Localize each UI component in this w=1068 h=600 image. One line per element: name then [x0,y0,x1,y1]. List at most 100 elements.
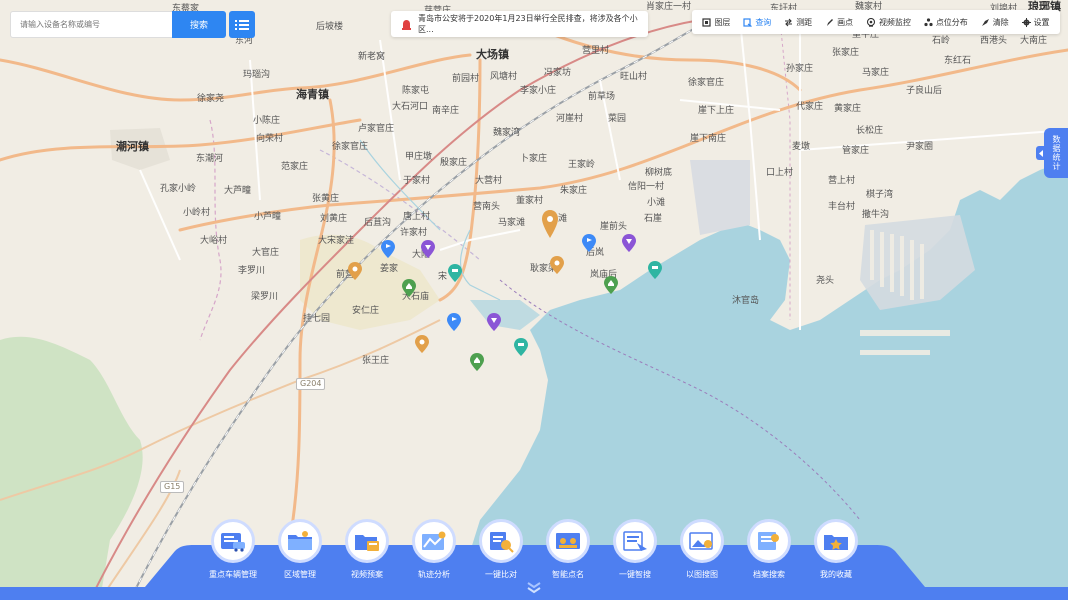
blue-flag-marker[interactable] [447,313,461,331]
toolbar-label: 测距 [796,17,813,27]
teal-chat-marker[interactable] [514,338,528,356]
purple-shield-marker[interactable] [622,234,636,252]
blue-flag-marker[interactable] [582,234,596,252]
purple-shield-marker[interactable] [421,240,435,258]
data-stats-tab[interactable]: 数据统计 [1036,128,1068,178]
place-label: 董家村 [516,196,544,206]
data-stats-label: 数据统计 [1052,135,1061,171]
place-label: 唐上村 [403,212,431,222]
place-label: 营上村 [828,176,856,186]
place-label: 甲庄墩 [405,152,433,162]
place-label: 管家庄 [842,146,870,156]
place-label: 张王庄 [362,356,390,366]
distribution-icon [924,17,933,26]
toolbar-label: 图层 [714,17,731,27]
place-label: 朱家庄 [560,186,588,196]
alarm-icon [401,19,412,30]
dock-item-smart-search[interactable]: 一键智搜 [602,519,668,580]
toolbar-draw-point[interactable]: 画点 [825,17,853,28]
dock-item-archive-search[interactable]: 档案搜索 [736,519,802,580]
dock-item-rollcall[interactable]: 智能点名 [535,519,601,580]
place-label: 东红石 [944,56,972,66]
dock-item-compare[interactable]: 一键比对 [468,519,534,580]
place-label: 大芦疃 [224,186,252,196]
dock-item-area[interactable]: 区域管理 [267,519,333,580]
dock-item-favorite[interactable]: 我的收藏 [803,519,869,580]
toolbar-layers[interactable]: 图层 [702,17,730,28]
place-label: 长松庄 [856,126,884,136]
toolbar-label: 清除 [992,17,1009,27]
dock-items: 重点车辆管理 区域管理 视频预案 轨迹分析 一键比对 智能点名 一键智搜 以图搜… [200,519,870,589]
chevron-down-icon[interactable] [527,582,541,594]
place-label: 东潮河 [196,154,224,164]
archive-search-icon [758,532,779,550]
vehicle-icon [221,533,245,552]
toolbar-label: 查询 [755,17,772,27]
place-label: 崖下南庄 [690,134,727,144]
place-label: 范家庄 [281,162,309,172]
green-home-marker[interactable] [470,353,484,371]
dock-item-video-plan[interactable]: 视频预案 [334,519,400,580]
blue-flag-marker[interactable] [381,240,395,258]
toolbar-distribution[interactable]: 点位分布 [924,17,968,28]
place-label: 旺山村 [620,72,648,82]
eraser-icon [981,18,989,26]
green-home-marker[interactable] [402,279,416,297]
place-label: 崖下上庄 [698,106,735,116]
orange-signal-marker-large[interactable] [542,210,558,238]
dock-item-image-search[interactable]: 以图搜图 [669,519,735,580]
toolbar-video[interactable]: 视频监控 [866,17,911,28]
search-input[interactable] [11,12,172,37]
orange-signal-marker[interactable] [550,256,564,274]
place-label: 大宋家洼 [318,236,355,246]
place-label: 撒牛沟 [862,210,890,220]
place-label: 后坡楼 [316,22,344,32]
search-button[interactable]: 搜索 [172,11,226,38]
place-label: 卜家庄 [520,154,548,164]
favorite-icon [824,535,848,550]
place-label: 石岭 [932,36,951,46]
place-label: 宋 [438,272,448,282]
place-label: 黄家庄 [834,104,862,114]
dock-label: 一键智搜 [619,570,651,579]
orange-signal-marker[interactable] [415,335,429,353]
place-label: 石崖 [644,214,663,224]
place-label: 尧头 [816,276,835,286]
place-label: 许家村 [400,228,428,238]
smart-search-icon [623,531,647,551]
toolbar-settings[interactable]: 设置 [1021,17,1050,28]
orange-signal-marker[interactable] [348,262,362,280]
place-label: 肖家庄一村 [646,2,692,12]
toolbar-label: 点位分布 [935,17,968,27]
place-label: 大营村 [475,176,503,186]
draw-point-icon [827,18,834,26]
place-label: 西港头 [980,36,1008,46]
place-label: 大官庄 [252,248,280,258]
purple-shield-marker[interactable] [487,313,501,331]
dock-item-vehicle[interactable]: 重点车辆管理 [200,519,266,580]
toolbar-label: 画点 [837,17,854,27]
place-label: 徐家尧 [197,94,225,104]
place-label: 尹家圈 [906,142,934,152]
place-label: 安仁庄 [352,306,380,316]
place-label: 张黄庄 [312,194,340,204]
bottom-dock: 重点车辆管理 区域管理 视频预案 轨迹分析 一键比对 智能点名 一键智搜 以图搜… [0,515,1068,600]
green-home-marker[interactable] [604,276,618,294]
toolbar-query[interactable]: 查询 [743,17,771,28]
place-label: 滩 [558,214,568,224]
place-label: 玛瑙沟 [243,70,271,80]
teal-chat-marker[interactable] [648,261,662,279]
toolbar-clear[interactable]: 清除 [981,17,1009,28]
teal-chat-marker[interactable] [448,264,462,282]
dock-item-track[interactable]: 轨迹分析 [401,519,467,580]
place-label: 殷家庄 [440,158,468,168]
place-label: 崖前头 [600,222,628,232]
toolbar-ruler[interactable]: 测距 [784,17,812,28]
notice-bar[interactable]: 青岛市公安将于2020年1月23日举行全民排查，将涉及各个小区... [391,11,648,37]
place-label: 向荣村 [256,134,284,144]
place-label: 卢家官庄 [358,124,395,134]
place-label: 小芦疃 [254,212,282,222]
list-button[interactable] [229,11,255,38]
camera-icon [866,17,875,27]
place-label: 刘黄庄 [320,214,348,224]
